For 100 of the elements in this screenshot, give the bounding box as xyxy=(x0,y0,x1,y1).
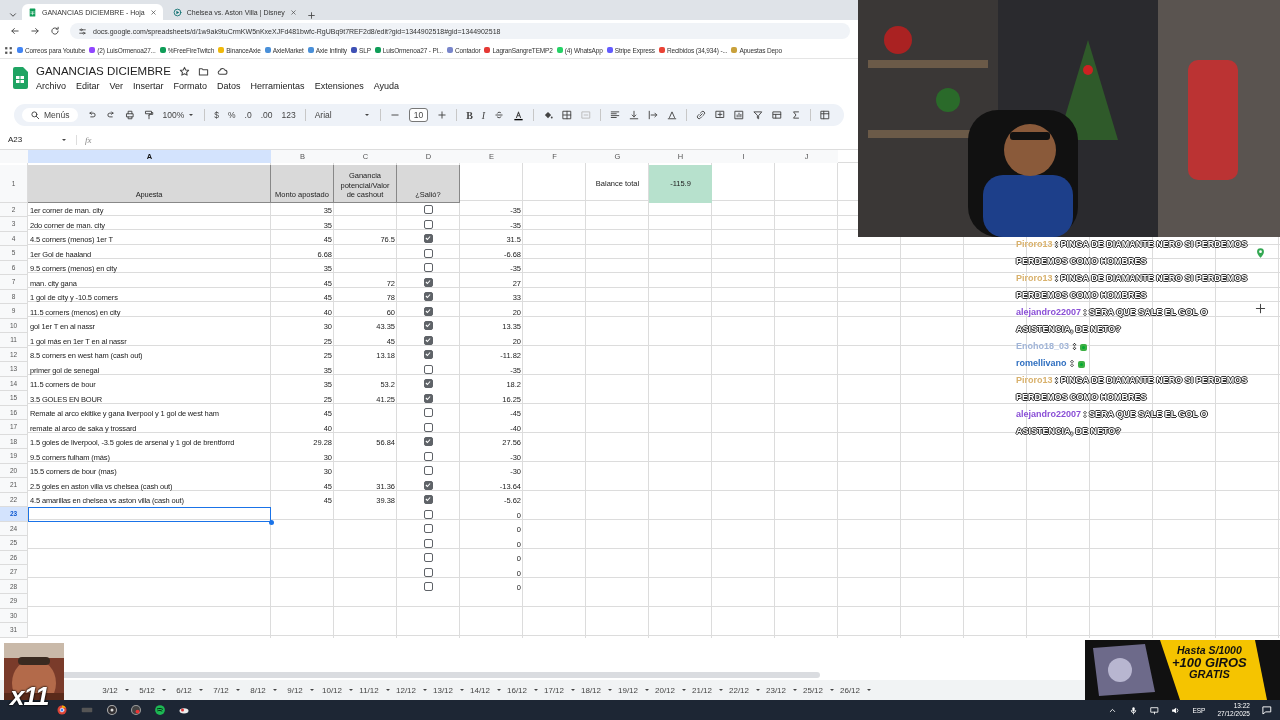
menu-item[interactable]: Herramientas xyxy=(250,80,305,92)
link-icon[interactable] xyxy=(696,110,707,120)
sheet-tab[interactable]: 9/12 xyxy=(283,685,320,695)
checkbox[interactable] xyxy=(424,408,433,418)
italic-button[interactable]: I xyxy=(481,109,486,121)
folder-icon[interactable] xyxy=(197,65,209,77)
new-tab-icon[interactable] xyxy=(306,11,316,20)
checkbox[interactable] xyxy=(424,205,433,215)
menu-item[interactable]: Editar xyxy=(76,80,100,92)
checkbox[interactable] xyxy=(424,379,433,389)
recorder-icon[interactable] xyxy=(106,704,118,716)
insert-chart-icon[interactable] xyxy=(734,110,745,120)
format-button[interactable]: .0 xyxy=(244,110,252,120)
caret-icon[interactable] xyxy=(791,686,799,694)
align-left-icon[interactable] xyxy=(610,110,621,120)
caret-icon[interactable] xyxy=(569,686,577,694)
name-box[interactable]: A23 xyxy=(8,135,52,144)
checkbox[interactable] xyxy=(424,321,433,331)
sheet-tab[interactable]: 8/12 xyxy=(246,685,283,695)
network-icon[interactable] xyxy=(1150,705,1160,715)
fill-color-icon[interactable] xyxy=(543,110,554,120)
checkbox[interactable] xyxy=(424,524,433,534)
apps-grid-icon[interactable] xyxy=(4,45,13,55)
back-icon[interactable] xyxy=(10,26,20,36)
bold-button[interactable]: B xyxy=(466,109,473,121)
format-button[interactable]: .00 xyxy=(260,110,273,120)
browser-icon[interactable] xyxy=(56,704,68,716)
sheet-tab[interactable]: 12/12 xyxy=(394,685,431,695)
sheet-tab[interactable]: 7/12 xyxy=(209,685,246,695)
filter-icon[interactable] xyxy=(753,110,764,120)
sheet-tab[interactable]: 16/12 xyxy=(505,685,542,695)
sum-icon[interactable] xyxy=(791,110,802,120)
sheet-tab[interactable]: 21/12 xyxy=(690,685,727,695)
sheet-tab[interactable]: 11/12 xyxy=(357,685,394,695)
paint-format-icon[interactable] xyxy=(143,110,154,120)
checkbox[interactable] xyxy=(424,495,433,505)
sheet-tab[interactable]: 14/12 xyxy=(468,685,505,695)
site-info-icon[interactable] xyxy=(78,26,87,36)
redo-icon[interactable] xyxy=(105,110,116,120)
caret-icon[interactable] xyxy=(643,686,651,694)
increase-size-icon[interactable] xyxy=(437,110,448,120)
checkbox[interactable] xyxy=(424,567,433,577)
checkbox[interactable] xyxy=(424,364,433,374)
caret-icon[interactable] xyxy=(458,686,466,694)
font-size-field[interactable]: 10 xyxy=(408,108,429,122)
sheet-tab[interactable]: 20/12 xyxy=(653,685,690,695)
sheet-tab[interactable]: 25/12 xyxy=(801,685,838,695)
caret-icon[interactable] xyxy=(828,686,836,694)
caret-icon[interactable] xyxy=(421,686,429,694)
text-wrap-icon[interactable] xyxy=(648,110,659,120)
checkbox[interactable] xyxy=(424,277,433,287)
format-button[interactable]: 123 xyxy=(281,110,296,120)
text-color-icon[interactable] xyxy=(513,109,525,121)
menu-item[interactable]: Ver xyxy=(109,80,124,92)
notifications-icon[interactable] xyxy=(1262,705,1272,715)
caret-icon[interactable] xyxy=(680,686,688,694)
print-icon[interactable] xyxy=(124,110,135,120)
close-icon[interactable] xyxy=(149,8,157,16)
checkbox[interactable] xyxy=(424,306,433,316)
font-dropdown[interactable]: Arial xyxy=(314,110,371,120)
caret-icon[interactable] xyxy=(495,686,503,694)
strikethrough-icon[interactable] xyxy=(494,110,505,120)
checkbox[interactable] xyxy=(424,538,433,548)
checkbox[interactable] xyxy=(424,509,433,519)
cloud-icon[interactable] xyxy=(216,65,228,77)
checkbox[interactable] xyxy=(424,350,433,360)
close-icon[interactable] xyxy=(289,8,297,16)
sheet-tab[interactable]: 23/12 xyxy=(764,685,801,695)
spreadsheet-icon[interactable] xyxy=(28,7,37,17)
music-app-icon[interactable] xyxy=(154,704,166,716)
forward-icon[interactable] xyxy=(30,26,40,36)
caret-icon[interactable] xyxy=(754,686,762,694)
caret-icon[interactable] xyxy=(606,686,614,694)
menu-item[interactable]: Archivo xyxy=(36,80,66,92)
checkbox[interactable] xyxy=(424,582,433,592)
freeze-icon[interactable] xyxy=(820,110,831,120)
reload-icon[interactable] xyxy=(50,26,60,36)
speaker-icon[interactable] xyxy=(1171,705,1181,715)
caret-icon[interactable] xyxy=(187,111,196,119)
checkbox[interactable] xyxy=(424,248,433,258)
checkbox[interactable] xyxy=(424,335,433,345)
sheet-tab[interactable]: 13/12 xyxy=(431,685,468,695)
checkbox[interactable] xyxy=(424,553,433,563)
sheet-tab[interactable]: 17/12 xyxy=(542,685,579,695)
checkbox[interactable] xyxy=(424,263,433,273)
sheet-tab[interactable]: 18/12 xyxy=(579,685,616,695)
search-icon[interactable] xyxy=(30,110,40,120)
selected-cell[interactable] xyxy=(28,507,271,522)
merge-cells-icon[interactable] xyxy=(581,110,592,120)
menu-item[interactable]: Insertar xyxy=(133,80,164,92)
text-rotation-icon[interactable] xyxy=(667,110,678,120)
add-comment-icon[interactable] xyxy=(715,110,726,120)
format-button[interactable]: $ xyxy=(214,110,219,120)
caret-icon[interactable] xyxy=(532,686,540,694)
document-title[interactable]: GANANCIAS DICIEMBRE xyxy=(36,65,171,77)
checkbox[interactable] xyxy=(424,292,433,302)
menu-item[interactable]: Datos xyxy=(217,80,241,92)
sheet-tab[interactable]: 6/12 xyxy=(172,685,209,695)
tab-search-icon[interactable] xyxy=(8,10,18,20)
map-pin-icon[interactable] xyxy=(1255,247,1266,259)
